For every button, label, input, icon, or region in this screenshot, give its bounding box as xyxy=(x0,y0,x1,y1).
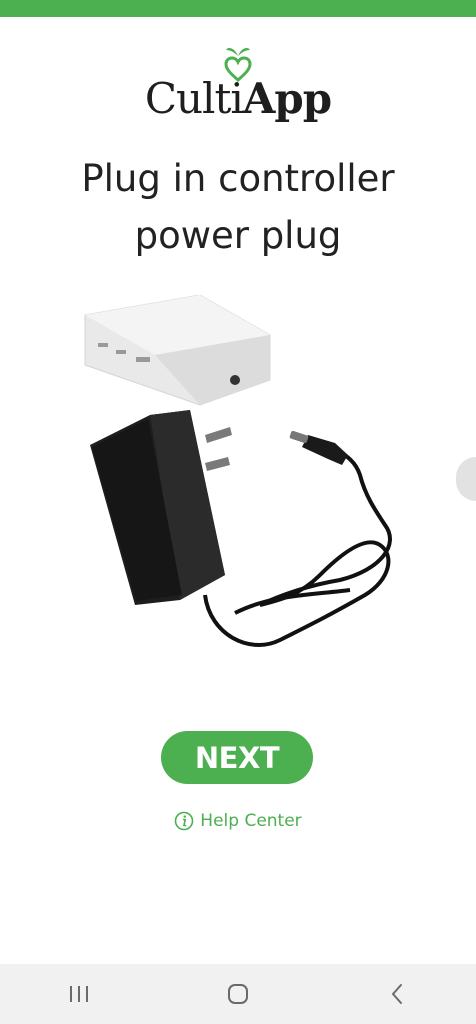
next-button[interactable]: NEXT xyxy=(161,731,313,784)
app-logo: CultiApp xyxy=(0,40,476,130)
power-adapter xyxy=(90,410,232,605)
info-circle-icon xyxy=(174,811,194,831)
logo-part-app: App xyxy=(242,74,332,123)
controller-power-plug-image xyxy=(84,295,392,647)
home-icon xyxy=(227,984,248,1004)
status-bar xyxy=(0,0,476,17)
page-title-line-1: Plug in controller xyxy=(81,157,395,200)
back-icon xyxy=(391,984,402,1004)
power-cable xyxy=(203,443,392,647)
logo-wordmark: CultiApp xyxy=(0,74,476,123)
system-nav-bar xyxy=(0,964,476,1024)
help-center-label: Help Center xyxy=(200,811,302,831)
controller-box xyxy=(84,295,271,406)
recents-icon xyxy=(70,986,89,1002)
logo-part-culti: Culti xyxy=(144,74,244,123)
edge-panel-handle[interactable] xyxy=(456,457,476,501)
page-title-line-2: power plug xyxy=(134,214,342,257)
nav-back-button[interactable] xyxy=(367,969,427,1019)
page-title: Plug in controller power plug xyxy=(20,150,456,264)
nav-recents-button[interactable] xyxy=(49,969,109,1019)
help-center-link[interactable]: Help Center xyxy=(0,811,476,831)
nav-home-button[interactable] xyxy=(208,969,268,1019)
